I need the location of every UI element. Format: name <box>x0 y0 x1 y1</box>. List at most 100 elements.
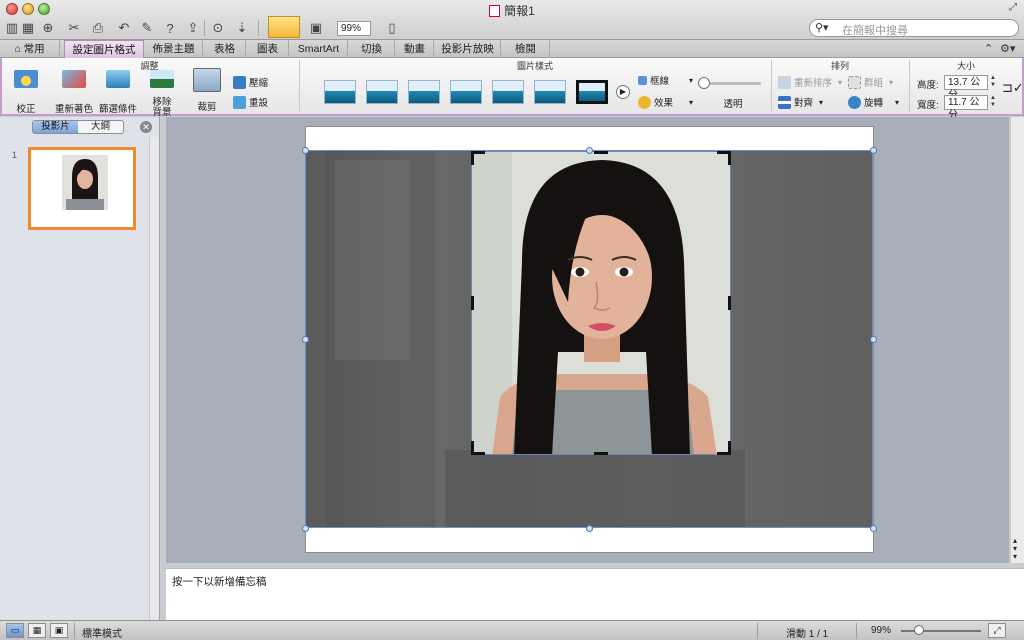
picture-border-button[interactable]: 框線 ▾ <box>638 73 693 87</box>
width-field[interactable]: 11.7 公分 <box>944 95 988 121</box>
media-gallery-button[interactable] <box>268 16 300 38</box>
tab-smartart[interactable]: SmartArt <box>290 40 348 58</box>
slideshow-icon[interactable]: ▣ <box>306 18 326 38</box>
compress-button[interactable]: 壓縮 <box>233 75 268 89</box>
tab-slides[interactable]: 投影片 <box>33 121 78 133</box>
picture-style-5[interactable] <box>492 80 524 104</box>
compress-icon <box>233 75 246 89</box>
tab-slideshow[interactable]: 投影片放映 <box>435 40 501 58</box>
fullscreen-icon[interactable]: ⤢ <box>1004 0 1022 14</box>
print-icon[interactable]: ⎙ <box>88 18 108 38</box>
resize-handle-bottom[interactable] <box>586 525 593 532</box>
collapse-ribbon-icon[interactable]: ⌃ <box>984 42 993 55</box>
crop-handle-left[interactable] <box>471 296 474 310</box>
scroll-steppers-icon[interactable]: ▴ ▾ ▾ <box>1013 537 1017 561</box>
tab-tables[interactable]: 表格 <box>204 40 246 58</box>
tab-format-picture[interactable]: 設定圖片格式 <box>64 40 144 58</box>
status-bar: ▭ ▦ ▣ 標準模式 滑動 1 / 1 99% ⤢ <box>0 620 1024 640</box>
fit-to-window-button[interactable]: ⤢ <box>988 623 1006 638</box>
effects-label: 效果 <box>654 98 674 109</box>
slide-thumbnail[interactable] <box>28 147 136 230</box>
more-menu-icon[interactable]: ⇣ <box>232 18 252 38</box>
compress-label: 壓縮 <box>249 78 269 89</box>
tab-home-label: 常用 <box>23 43 45 55</box>
templates-icon[interactable]: ▦ <box>18 18 38 38</box>
tab-home[interactable]: ⌂ 常用 <box>0 40 60 58</box>
tab-review[interactable]: 檢閱 <box>502 40 550 58</box>
close-pane-icon[interactable]: ✕ <box>140 121 152 133</box>
upload-icon[interactable]: ⇪ <box>183 18 203 38</box>
more-styles-icon[interactable]: ▶ <box>616 85 630 99</box>
tab-animations[interactable]: 動畫 <box>396 40 434 58</box>
corrections-icon <box>14 70 38 88</box>
ribbon-settings-icon[interactable]: ⚙▾ <box>1000 42 1015 55</box>
tab-outline[interactable]: 大綱 <box>78 121 123 133</box>
pane-view-switch: 投影片 大綱 <box>32 120 124 134</box>
picture-style-4[interactable] <box>450 80 482 104</box>
slides-pane-scrollbar[interactable] <box>149 137 159 620</box>
picture-style-1[interactable] <box>324 80 356 104</box>
picture-style-2[interactable] <box>366 80 398 104</box>
resize-handle-bottom-left[interactable] <box>302 525 309 532</box>
reorder-dropdown-icon: ▾ <box>838 77 843 87</box>
undo-icon[interactable]: ↶ <box>114 18 134 38</box>
search-field[interactable]: ⚲▾ 在簡報中搜尋 <box>809 19 1019 37</box>
remove-background-button[interactable]: 移除 背景 <box>144 70 180 118</box>
slideshow-view-button[interactable]: ▣ <box>50 623 68 638</box>
zoom-slider-track[interactable] <box>901 630 981 632</box>
window-title: 簡報1 <box>0 2 1024 19</box>
help-icon[interactable]: ? <box>160 18 180 38</box>
reset-picture-button[interactable]: 重設 <box>233 95 268 109</box>
resize-handle-bottom-right[interactable] <box>870 525 877 532</box>
lock-aspect-ratio-icon[interactable]: ⊐✓ <box>1002 80 1024 96</box>
tab-themes[interactable]: 佈景主題 <box>145 40 203 58</box>
resize-handle-right[interactable] <box>870 336 877 343</box>
height-stepper[interactable]: ▲ ▼ <box>989 75 997 90</box>
tab-charts[interactable]: 圖表 <box>247 40 289 58</box>
height-field[interactable]: 13.7 公分 <box>944 75 988 101</box>
corrections-button[interactable]: 校正 <box>8 70 44 115</box>
group-dropdown-icon: ▾ <box>889 77 894 87</box>
picture-style-3[interactable] <box>408 80 440 104</box>
normal-view-button[interactable]: ▭ <box>6 623 24 638</box>
open-icon[interactable]: ⊕ <box>38 18 58 38</box>
resize-handle-left[interactable] <box>302 336 309 343</box>
picture-style-6[interactable] <box>534 80 566 104</box>
crop-handle-top-left[interactable] <box>471 151 474 165</box>
zoom-slider-knob[interactable] <box>914 625 924 635</box>
toolbar-zoom-field[interactable]: 99% <box>337 21 371 36</box>
sidebar-toggle-icon[interactable]: ▯ <box>382 18 402 38</box>
align-icon <box>778 95 791 109</box>
crop-handle-bottom-right[interactable] <box>728 441 731 455</box>
slide-position-label: 滑動 1 / 1 <box>786 629 829 640</box>
recolor-button[interactable]: 重新著色 <box>54 70 94 115</box>
crop-handle-top-right[interactable] <box>728 151 731 165</box>
slide-sorter-view-button[interactable]: ▦ <box>28 623 46 638</box>
resize-handle-top[interactable] <box>586 147 593 154</box>
crop-handle-bottom[interactable] <box>594 452 608 455</box>
align-button[interactable]: 對齊 ▾ <box>778 95 823 109</box>
rotate-button[interactable]: 旋轉 ▾ <box>848 95 899 109</box>
crop-handle-top[interactable] <box>594 151 608 154</box>
tab-transitions[interactable]: 切換 <box>349 40 395 58</box>
reorder-button[interactable]: 重新排序 ▾ <box>778 75 842 89</box>
crop-handle-right[interactable] <box>728 296 731 310</box>
resize-handle-top-right[interactable] <box>870 147 877 154</box>
width-stepper[interactable]: ▲ ▼ <box>989 95 997 110</box>
format-icon[interactable]: ✎ <box>137 18 157 38</box>
filters-button[interactable]: 篩選條件 <box>98 70 138 115</box>
status-divider <box>74 623 75 639</box>
crop-button[interactable]: 裁剪 <box>188 68 226 113</box>
notes-pane[interactable]: 按一下以新增備忘稿 <box>166 568 1024 620</box>
transparency-slider-knob[interactable] <box>698 77 710 89</box>
picture-style-7[interactable] <box>576 80 608 104</box>
resize-handle-top-left[interactable] <box>302 147 309 154</box>
group-button[interactable]: 群組 ▾ <box>848 75 893 89</box>
crop-handle-bottom-left[interactable] <box>471 441 474 455</box>
cut-icon[interactable]: ✂ <box>64 18 84 38</box>
portrait-photo[interactable] <box>471 151 731 455</box>
transparency-slider-track[interactable] <box>701 82 761 85</box>
shapes-menu-icon[interactable]: ⊙ <box>208 18 228 38</box>
picture-effects-button[interactable]: 效果 ▾ <box>638 95 693 109</box>
slide-area-scrollbar[interactable]: ▴ ▾ ▾ <box>1010 117 1024 563</box>
